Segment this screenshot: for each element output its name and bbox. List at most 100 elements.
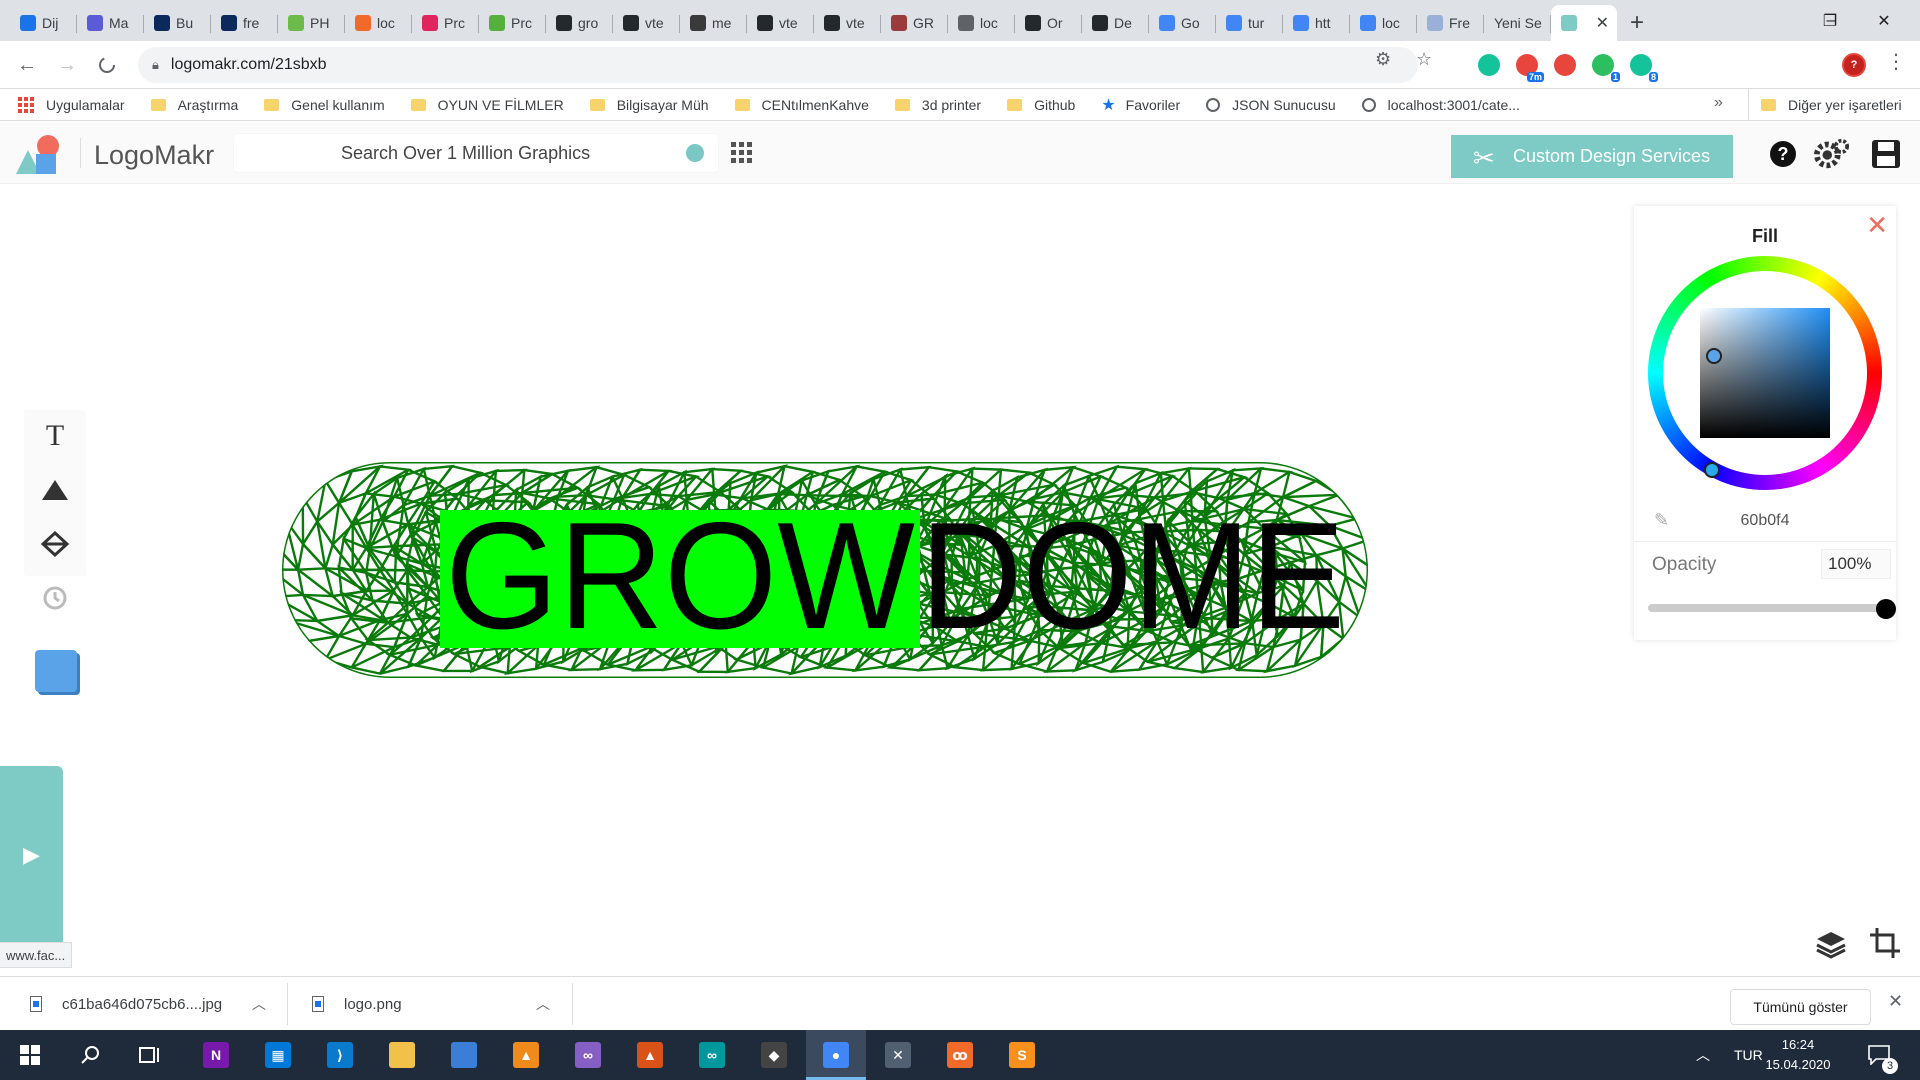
profile-avatar[interactable]: ? — [1842, 53, 1866, 77]
browser-tab[interactable]: me — [680, 5, 747, 41]
logo-text-grow[interactable]: GROW — [445, 491, 915, 661]
browser-tab[interactable]: loc — [1350, 5, 1417, 41]
browser-tab[interactable]: vte — [814, 5, 881, 41]
browser-tab[interactable]: tur — [1216, 5, 1283, 41]
back-icon[interactable]: ← — [11, 49, 43, 81]
browser-tab[interactable]: htt — [1283, 5, 1350, 41]
browser-tab[interactable]: Bu — [144, 5, 211, 41]
new-tab-button[interactable]: + — [1617, 5, 1657, 41]
color-swatch[interactable] — [35, 650, 77, 692]
browser-tab-active[interactable]: ✕ — [1551, 5, 1617, 41]
bookmark-item[interactable]: OYUN VE FİLMLER — [410, 97, 564, 113]
task-view-icon[interactable] — [120, 1030, 180, 1080]
browser-tab[interactable]: Go — [1149, 5, 1216, 41]
color-wheel[interactable] — [1648, 256, 1882, 490]
search-icon[interactable] — [686, 144, 704, 162]
search-icon[interactable] — [60, 1030, 120, 1080]
bookmark-item[interactable]: Araştırma — [150, 97, 238, 113]
chrome-icon[interactable]: ● — [806, 1030, 866, 1080]
brand-name[interactable]: LogoMakr — [94, 140, 214, 171]
other-bookmarks-folder[interactable]: Diğer yer işaretleri — [1748, 89, 1902, 121]
opacity-slider-handle[interactable] — [1876, 599, 1896, 619]
browser-tab[interactable]: Yeni Se — [1484, 5, 1551, 41]
translate-icon[interactable]: ⚙︎ — [1375, 49, 1391, 70]
search-input[interactable] — [234, 134, 674, 172]
show-all-downloads-button[interactable]: Tümünü göster — [1730, 989, 1871, 1025]
chevron-up-icon[interactable]: ︿ — [252, 994, 266, 1014]
browser-tab[interactable]: De — [1082, 5, 1149, 41]
crop-icon[interactable] — [1868, 926, 1902, 960]
stop-loading-icon[interactable] — [91, 49, 123, 81]
close-tab-icon[interactable]: ✕ — [1596, 13, 1609, 33]
evernote-icon[interactable]: 1 — [1592, 54, 1620, 82]
browser-tab[interactable]: fre — [211, 5, 278, 41]
browser-tab[interactable]: gro — [546, 5, 613, 41]
lock-icon[interactable]: 🔒︎ — [152, 57, 159, 73]
bookmark-item[interactable]: ★ Favoriler — [1101, 95, 1180, 115]
chevron-up-icon[interactable]: ︿ — [1696, 1030, 1710, 1080]
logomakr-logo-icon[interactable] — [14, 132, 68, 176]
browser-tab[interactable]: GR — [881, 5, 948, 41]
weather-icon[interactable]: 7m — [1516, 54, 1544, 82]
bookmark-item[interactable]: Bilgisayar Müh — [589, 97, 709, 113]
bookmark-item[interactable]: Uygulamalar — [18, 96, 125, 113]
browser-tab[interactable]: loc — [345, 5, 412, 41]
grid-menu-icon[interactable] — [731, 142, 752, 163]
close-downloads-icon[interactable]: ✕ — [1888, 991, 1903, 1012]
shapes-tool-icon[interactable] — [24, 464, 86, 516]
cross-icon[interactable]: ✕ — [868, 1030, 928, 1080]
address-bar[interactable]: 🔒︎ logomakr.com/21sbxb — [138, 47, 1418, 83]
layers-icon[interactable] — [1814, 926, 1848, 960]
browser-tab[interactable]: Or — [1015, 5, 1082, 41]
download-item[interactable]: c61ba646d075cb6....jpg ︿ — [30, 977, 270, 1031]
notifications-icon[interactable]: 3 — [1868, 1030, 1898, 1080]
close-button[interactable]: ✕ — [1855, 0, 1913, 41]
arduino-icon[interactable]: ∞ — [682, 1030, 742, 1080]
close-icon[interactable]: ✕ — [1866, 210, 1888, 241]
grammarly-icon[interactable] — [1478, 54, 1500, 76]
download-item[interactable]: logo.png ︿ — [312, 977, 552, 1031]
chrome-menu-icon[interactable]: ⋮ — [1886, 49, 1906, 74]
custom-design-services-button[interactable]: ✂ Custom Design Services — [1451, 135, 1733, 178]
bookmark-item[interactable]: localhost:3001/cate... — [1361, 97, 1520, 113]
xampp-icon[interactable]: ꝏ — [930, 1030, 990, 1080]
opacity-slider-track[interactable] — [1648, 604, 1884, 612]
logo-artboard[interactable]: GROW DOME — [270, 450, 1380, 690]
browser-tab[interactable]: Prc — [479, 5, 546, 41]
grammarly-icon[interactable]: 8 — [1630, 54, 1658, 82]
help-icon[interactable]: ? — [1765, 136, 1801, 172]
hex-value[interactable]: 60b0f4 — [1634, 512, 1896, 530]
save-icon[interactable] — [1868, 136, 1904, 172]
chevron-up-icon[interactable]: ︿ — [536, 994, 550, 1014]
settings-gears-icon[interactable] — [1814, 136, 1850, 172]
matlab-icon[interactable]: ▲ — [620, 1030, 680, 1080]
bookmark-star-icon[interactable]: ☆ — [1416, 49, 1432, 70]
pokeball-icon[interactable] — [1554, 54, 1576, 76]
bookmark-item[interactable]: Genel kullanım — [264, 97, 385, 113]
bookmark-item[interactable]: 3d printer — [894, 97, 981, 113]
browser-tab[interactable]: loc — [948, 5, 1015, 41]
onenote-icon[interactable]: N — [186, 1030, 246, 1080]
vlc-icon[interactable]: ▲ — [496, 1030, 556, 1080]
history-tool-icon[interactable] — [24, 572, 86, 624]
browser-tab[interactable]: vte — [613, 5, 680, 41]
browser-tab[interactable]: Dij — [10, 5, 77, 41]
fill-bucket-tool-icon[interactable] — [24, 518, 86, 570]
vscode-icon[interactable]: ⟩ — [310, 1030, 370, 1080]
browser-tab[interactable]: Fre — [1417, 5, 1484, 41]
color-picker-handle[interactable] — [1706, 348, 1722, 364]
store-icon[interactable]: ▦ — [248, 1030, 308, 1080]
browser-tab[interactable]: PH — [278, 5, 345, 41]
browser-tab[interactable]: Ma — [77, 5, 144, 41]
hue-picker-handle[interactable] — [1704, 462, 1720, 478]
logo-text-dome[interactable]: DOME — [920, 491, 1345, 661]
network-icon[interactable] — [434, 1030, 494, 1080]
sublime-icon[interactable]: S — [992, 1030, 1052, 1080]
windows-start-icon[interactable] — [0, 1030, 60, 1080]
file-explorer-icon[interactable] — [372, 1030, 432, 1080]
bookmark-item[interactable]: Github — [1007, 97, 1075, 113]
saturation-value-square[interactable] — [1700, 308, 1830, 438]
browser-tab[interactable]: vte — [747, 5, 814, 41]
bookmarks-more-button[interactable]: » — [1714, 94, 1723, 112]
bookmark-item[interactable]: CENtılmenKahve — [734, 97, 869, 113]
